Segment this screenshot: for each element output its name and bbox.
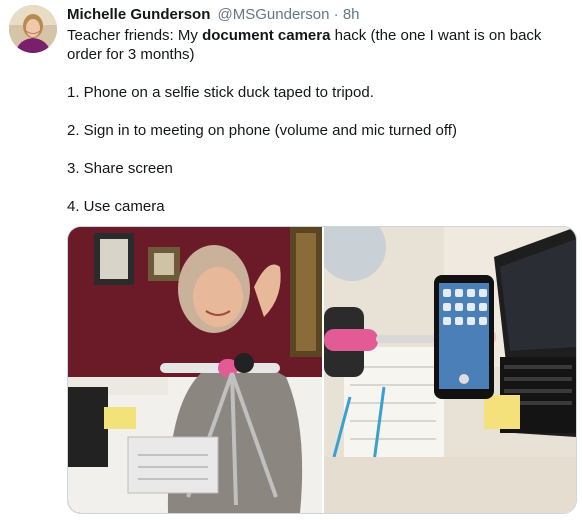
author-name[interactable]: Michelle Gunderson — [67, 6, 210, 23]
tweet-header: Michelle Gunderson @MSGunderson · 8h — [67, 6, 360, 24]
intro-bold-text: document camera — [202, 27, 331, 44]
media-grid — [67, 226, 577, 514]
timestamp[interactable]: 8h — [343, 6, 360, 23]
intro-text: Teacher friends: My — [67, 27, 203, 44]
tweet-intro: Teacher friends: My document camera hack… — [67, 26, 572, 64]
tweet: Michelle Gunderson @MSGunderson · 8h Tea… — [0, 0, 582, 520]
phone-on-selfie-stick-photo[interactable] — [324, 227, 576, 513]
step-1: 1. Phone on a selfie stick duck taped to… — [67, 84, 374, 101]
teacher-with-tripod-photo[interactable] — [68, 227, 324, 513]
avatar[interactable] — [9, 5, 57, 53]
author-handle[interactable]: @MSGunderson — [218, 6, 330, 23]
separator-dot: · — [333, 6, 339, 23]
step-3: 3. Share screen — [67, 160, 173, 177]
step-4: 4. Use camera — [67, 198, 165, 215]
tweet-text: Teacher friends: My document camera hack… — [67, 26, 572, 216]
step-2: 2. Sign in to meeting on phone (volume a… — [67, 122, 457, 139]
